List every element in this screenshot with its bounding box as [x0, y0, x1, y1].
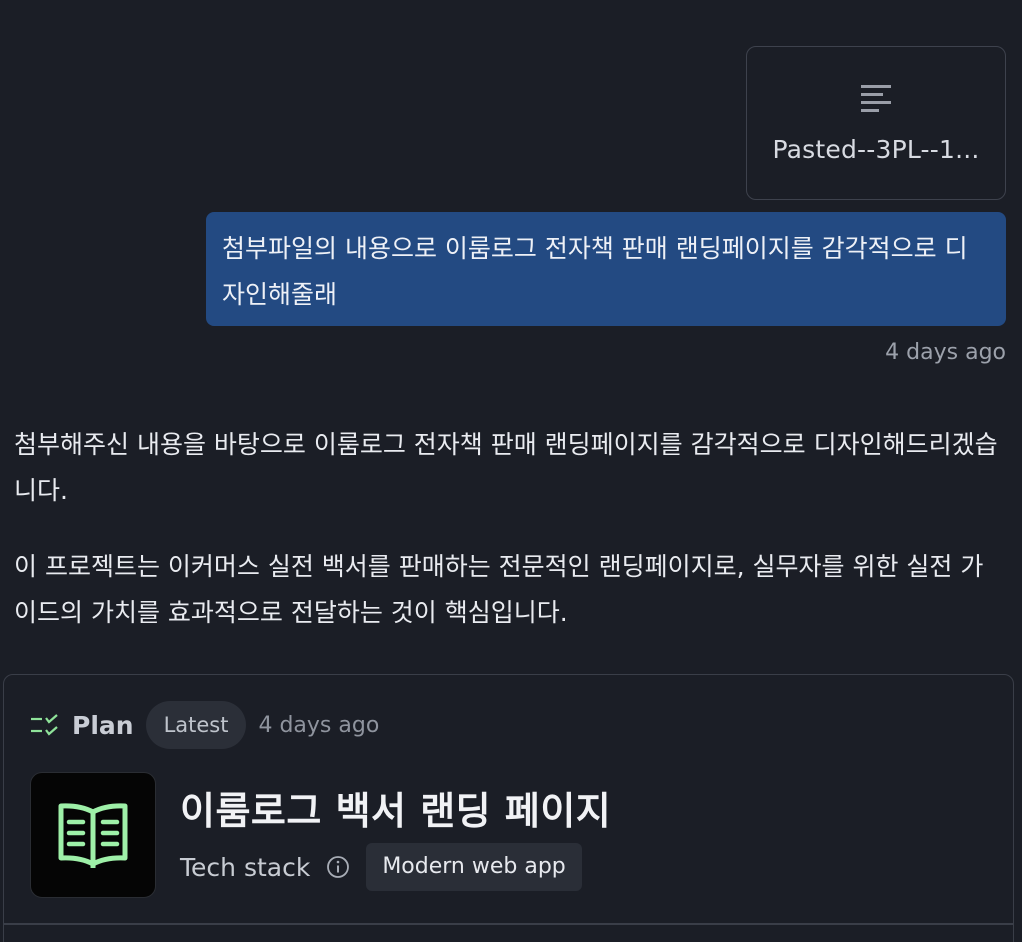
- plan-divider: [4, 923, 1013, 925]
- tech-stack-row: Tech stack Modern web app: [180, 843, 582, 891]
- latest-badge: Latest: [145, 701, 247, 749]
- assistant-message: 첨부해주신 내용을 바탕으로 이룸로그 전자책 판매 랜딩페이지를 감각적으로 …: [14, 422, 1004, 666]
- assistant-paragraph: 이 프로젝트는 이커머스 실전 백서를 판매하는 전문적인 랜딩페이지로, 실무…: [14, 552, 984, 627]
- plan-title: 이룸로그 백서 랜딩 페이지: [180, 789, 612, 833]
- chat-page: Pasted--3PL--1... 첨부파일의 내용으로 이룸로그 전자책 판매…: [0, 0, 1022, 942]
- plan-header: Plan Latest 4 days ago: [30, 701, 379, 749]
- checklist-icon: [31, 714, 58, 736]
- attachment-filename: Pasted--3PL--1...: [772, 135, 980, 164]
- plan-timestamp: 4 days ago: [258, 712, 380, 738]
- user-message-timestamp: 4 days ago: [885, 340, 1006, 365]
- text-file-icon: [861, 85, 891, 112]
- open-book-icon: [58, 803, 128, 868]
- plan-label: Plan: [72, 710, 134, 740]
- attachment-card[interactable]: Pasted--3PL--1...: [746, 46, 1006, 200]
- tech-stack-badge: Modern web app: [366, 843, 582, 891]
- info-icon[interactable]: [326, 855, 350, 879]
- user-message-bubble: 첨부파일의 내용으로 이룸로그 전자책 판매 랜딩페이지를 감각적으로 디자인해…: [206, 212, 1006, 326]
- app-icon: [30, 772, 156, 898]
- plan-card[interactable]: Plan Latest 4 days ago 이룸로그 백서 랜딩 페이지 Te…: [3, 674, 1014, 942]
- tech-stack-label: Tech stack: [180, 852, 311, 882]
- assistant-paragraph: 첨부해주신 내용을 바탕으로 이룸로그 전자책 판매 랜딩페이지를 감각적으로 …: [14, 430, 998, 505]
